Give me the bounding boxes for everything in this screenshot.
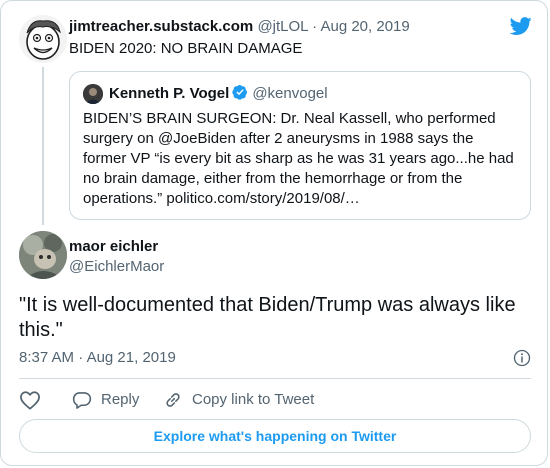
separator-dot: ·	[312, 18, 318, 35]
author-name[interactable]: maor eichler	[69, 237, 158, 257]
copy-link-button[interactable]: Copy link to Tweet	[163, 389, 353, 411]
embedded-tweet-card: jimtreacher.substack.com @jtLOL · Aug 20…	[0, 0, 548, 466]
parent-tweet-text: BIDEN 2020: NO BRAIN DAMAGE	[69, 40, 303, 57]
verified-badge-icon	[232, 85, 248, 100]
like-button[interactable]	[19, 389, 43, 411]
avatar	[83, 84, 103, 104]
thread-connector-line	[42, 67, 44, 225]
separator-dot: ·	[78, 349, 84, 366]
reply-label: Reply	[101, 391, 140, 408]
tweet-text: "It is well-documented that Biden/Trump …	[19, 294, 516, 341]
tweet-date: Aug 21, 2019	[86, 349, 176, 366]
reply-button[interactable]: Reply	[72, 389, 162, 411]
author-name[interactable]: jimtreacher.substack.com	[69, 18, 253, 35]
heart-icon	[20, 391, 40, 410]
quoted-tweet[interactable]: Kenneth P. Vogel @kenvogel BIDEN’S BRAIN …	[69, 71, 531, 220]
avatar[interactable]	[19, 231, 67, 279]
author-name: Kenneth P. Vogel	[109, 85, 230, 102]
avatar[interactable]	[19, 15, 67, 63]
tweet-date-link[interactable]: Aug 20, 2019	[320, 18, 409, 35]
profile-photo-image	[83, 84, 103, 104]
explore-twitter-button[interactable]: Explore what's happening on Twitter	[19, 419, 531, 453]
author-handle: @kenvogel	[252, 85, 328, 102]
quoted-tweet-text: BIDEN’S BRAIN SURGEON: Dr. Neal Kassell,…	[83, 110, 514, 207]
cartoon-avatar-image	[19, 15, 67, 63]
author-handle[interactable]: @EichlerMaor	[69, 257, 164, 277]
reply-bubble-icon	[72, 392, 92, 409]
copy-link-label: Copy link to Tweet	[192, 391, 315, 408]
tweet-timestamp[interactable]: 8:37 AM · Aug 21, 2019	[19, 348, 176, 368]
parent-tweet-header: jimtreacher.substack.com @jtLOL · Aug 20…	[69, 17, 410, 37]
profile-photo-image	[19, 231, 67, 279]
quoted-tweet-header: Kenneth P. Vogel @kenvogel	[109, 84, 328, 104]
divider	[19, 378, 531, 379]
author-handle[interactable]: @jtLOL	[257, 18, 308, 35]
info-icon[interactable]	[513, 349, 531, 367]
tweet-time: 8:37 AM	[19, 349, 75, 366]
twitter-bird-icon[interactable]	[509, 15, 533, 37]
link-icon	[166, 393, 180, 407]
